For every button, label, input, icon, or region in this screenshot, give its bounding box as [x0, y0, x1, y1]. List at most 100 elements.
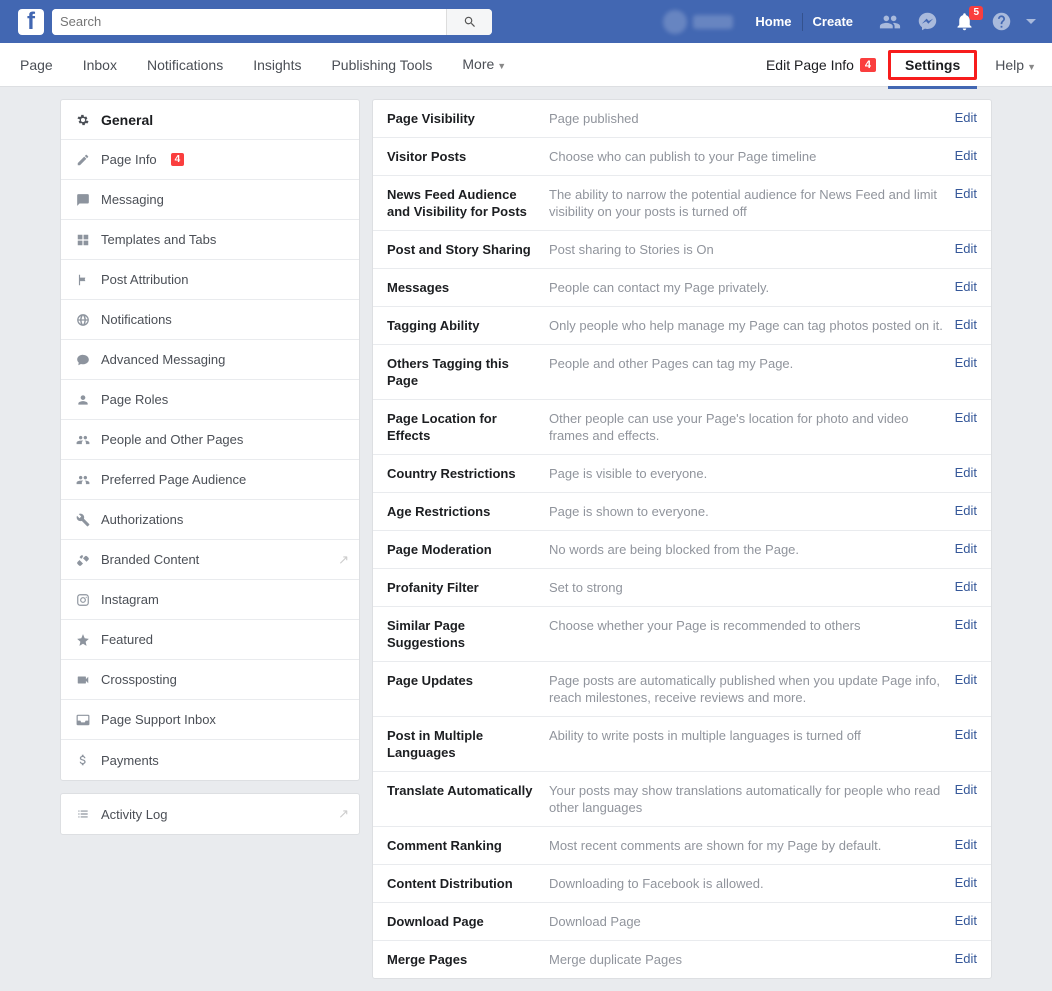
setting-row: Similar Page SuggestionsChoose whether y…: [373, 607, 991, 662]
edit-link[interactable]: Edit: [955, 913, 977, 928]
chat-icon: [75, 353, 91, 367]
setting-label: Page Visibility: [387, 110, 549, 127]
settings-list: Page VisibilityPage publishedEditVisitor…: [372, 99, 992, 979]
nav-notifications[interactable]: Notifications: [133, 43, 237, 87]
setting-row: Profanity FilterSet to strongEdit: [373, 569, 991, 607]
help-icon[interactable]: [991, 11, 1012, 32]
create-link[interactable]: Create: [803, 0, 863, 43]
profile-name[interactable]: [693, 15, 733, 29]
sidebar-item-featured[interactable]: Featured: [61, 620, 359, 660]
edit-link[interactable]: Edit: [955, 148, 977, 163]
facebook-logo-icon[interactable]: f: [18, 9, 44, 35]
sidebar-item-page-roles[interactable]: Page Roles: [61, 380, 359, 420]
edit-link[interactable]: Edit: [955, 410, 977, 425]
setting-label: Others Tagging this Page: [387, 355, 549, 389]
grid-icon: [75, 233, 91, 247]
sidebar-item-label: Messaging: [101, 192, 164, 207]
setting-label: Page Updates: [387, 672, 549, 689]
help-tab[interactable]: Help▼: [985, 57, 1046, 73]
friends-icon[interactable]: [879, 11, 901, 33]
sidebar-item-notifications[interactable]: Notifications: [61, 300, 359, 340]
account-dropdown-caret-icon[interactable]: [1026, 19, 1036, 24]
video-icon: [75, 673, 91, 687]
gear-icon: [75, 113, 91, 127]
nav-publishing-tools[interactable]: Publishing Tools: [317, 43, 446, 87]
dollar-icon: [75, 753, 91, 767]
sidebar-item-crossposting[interactable]: Crossposting: [61, 660, 359, 700]
handshake-icon: [75, 553, 91, 567]
edit-link[interactable]: Edit: [955, 241, 977, 256]
external-arrow-icon: ↗: [338, 806, 349, 822]
settings-sidebar: GeneralPage Info4 Messaging Templates and …: [60, 99, 360, 979]
edit-link[interactable]: Edit: [955, 279, 977, 294]
sidebar-item-instagram[interactable]: Instagram: [61, 580, 359, 620]
sidebar-item-payments[interactable]: Payments: [61, 740, 359, 780]
sidebar-item-authorizations[interactable]: Authorizations: [61, 500, 359, 540]
sidebar-item-people-and-other-pages[interactable]: People and Other Pages: [61, 420, 359, 460]
setting-label: News Feed Audience and Visibility for Po…: [387, 186, 549, 220]
setting-row: Age RestrictionsPage is shown to everyon…: [373, 493, 991, 531]
setting-description: Set to strong: [549, 579, 955, 596]
star-icon: [75, 633, 91, 647]
settings-tab[interactable]: Settings: [888, 50, 977, 80]
notification-badge: 5: [969, 6, 983, 20]
sidebar-item-post-attribution[interactable]: Post Attribution: [61, 260, 359, 300]
edit-page-info-button[interactable]: Edit Page Info 4: [762, 57, 880, 73]
setting-description: Post sharing to Stories is On: [549, 241, 955, 258]
notifications-icon[interactable]: 5: [954, 11, 975, 32]
pencil-icon: [75, 153, 91, 167]
sidebar-item-preferred-page-audience[interactable]: Preferred Page Audience: [61, 460, 359, 500]
edit-link[interactable]: Edit: [955, 110, 977, 125]
profile-picture[interactable]: [663, 10, 687, 34]
nav-inbox[interactable]: Inbox: [69, 43, 131, 87]
sidebar-item-advanced-messaging[interactable]: Advanced Messaging: [61, 340, 359, 380]
edit-link[interactable]: Edit: [955, 465, 977, 480]
nav-insights[interactable]: Insights: [239, 43, 315, 87]
setting-description: Page is visible to everyone.: [549, 465, 955, 482]
flag-icon: [75, 273, 91, 287]
list-icon: [75, 807, 91, 821]
page-navigation: Page Inbox Notifications Insights Publis…: [0, 43, 1052, 87]
sidebar-item-messaging[interactable]: Messaging: [61, 180, 359, 220]
edit-link[interactable]: Edit: [955, 672, 977, 687]
messenger-icon[interactable]: [917, 11, 938, 32]
inbox-icon: [75, 713, 91, 727]
edit-link[interactable]: Edit: [955, 503, 977, 518]
nav-page[interactable]: Page: [6, 43, 67, 87]
sidebar-item-branded-content[interactable]: Branded Content↗: [61, 540, 359, 580]
sidebar-item-templates-and-tabs[interactable]: Templates and Tabs: [61, 220, 359, 260]
edit-link[interactable]: Edit: [955, 875, 977, 890]
sidebar-item-page-support-inbox[interactable]: Page Support Inbox: [61, 700, 359, 740]
sidebar-item-label: Advanced Messaging: [101, 352, 225, 367]
edit-link[interactable]: Edit: [955, 951, 977, 966]
sidebar-item-general[interactable]: General: [61, 100, 359, 140]
sidebar-item-label: Featured: [101, 632, 153, 647]
setting-description: Merge duplicate Pages: [549, 951, 955, 968]
nav-more[interactable]: More▼: [448, 42, 520, 88]
setting-label: Comment Ranking: [387, 837, 549, 854]
setting-row: Others Tagging this PagePeople and other…: [373, 345, 991, 400]
sidebar-item-activity-log[interactable]: Activity Log ↗: [61, 794, 359, 834]
setting-description: Page published: [549, 110, 955, 127]
edit-link[interactable]: Edit: [955, 837, 977, 852]
sidebar-item-label: Instagram: [101, 592, 159, 607]
sidebar-item-label: Crossposting: [101, 672, 177, 687]
edit-link[interactable]: Edit: [955, 727, 977, 742]
setting-description: Page is shown to everyone.: [549, 503, 955, 520]
setting-description: People and other Pages can tag my Page.: [549, 355, 955, 372]
edit-link[interactable]: Edit: [955, 782, 977, 797]
home-link[interactable]: Home: [745, 0, 801, 43]
search-button[interactable]: [446, 9, 492, 35]
search-input[interactable]: [52, 9, 446, 35]
setting-row: Post and Story SharingPost sharing to St…: [373, 231, 991, 269]
setting-description: Page posts are automatically published w…: [549, 672, 955, 706]
edit-link[interactable]: Edit: [955, 317, 977, 332]
chevron-down-icon: ▼: [1027, 62, 1036, 72]
setting-description: Choose whether your Page is recommended …: [549, 617, 955, 634]
edit-link[interactable]: Edit: [955, 355, 977, 370]
edit-link[interactable]: Edit: [955, 617, 977, 632]
edit-link[interactable]: Edit: [955, 186, 977, 201]
edit-link[interactable]: Edit: [955, 541, 977, 556]
sidebar-item-page-info[interactable]: Page Info4: [61, 140, 359, 180]
edit-link[interactable]: Edit: [955, 579, 977, 594]
